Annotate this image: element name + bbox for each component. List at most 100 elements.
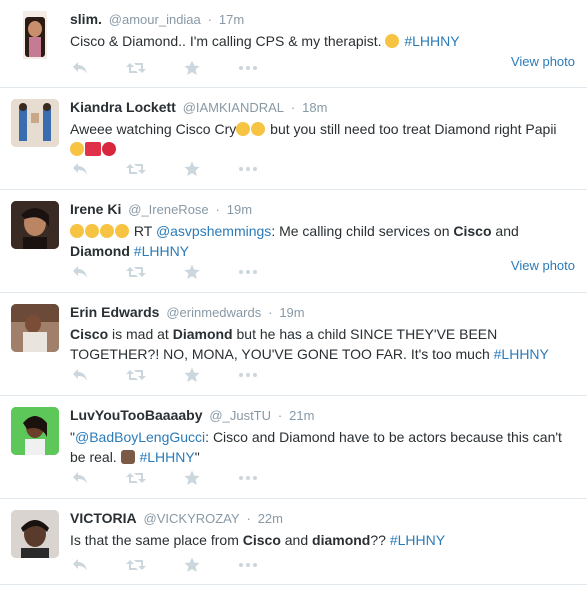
star-icon[interactable]: [182, 159, 202, 179]
hashtag-link[interactable]: #LHHNY: [404, 33, 459, 49]
view-photo-link[interactable]: View photo: [511, 258, 575, 273]
separator-dot: ·: [215, 202, 220, 217]
tweet-author-name[interactable]: slim.: [70, 11, 102, 27]
tweet-text-segment: Aweee watching Cisco Cry: [70, 121, 237, 137]
tweet-timestamp[interactable]: 22m: [258, 511, 283, 526]
hashtag-link[interactable]: #LHHNY: [134, 243, 189, 259]
separator-dot: ·: [290, 100, 296, 115]
tweet-author-handle[interactable]: @IAMKIANDRAL: [183, 100, 284, 115]
mention-link[interactable]: @asvpshemmings: [156, 223, 271, 239]
hashtag-link[interactable]: #LHHNY: [494, 346, 549, 362]
tweet-text-segment: be real.: [70, 449, 121, 465]
tweet[interactable]: LuvYouTooBaaaaby @_JustTU · 21m " @BadBoy…: [0, 396, 587, 499]
more-icon[interactable]: [238, 365, 258, 385]
tweet-text-segment: but you still need too treat Diamond rig…: [266, 121, 557, 137]
tweet-author-handle[interactable]: @amour_indiaa: [109, 12, 201, 27]
more-icon[interactable]: [238, 262, 258, 282]
tweet-text-segment: and: [280, 532, 313, 548]
reply-icon[interactable]: [70, 58, 90, 78]
tweet[interactable]: Kiandra Lockett @IAMKIANDRAL · 18m Aweee…: [0, 88, 587, 190]
tweet-actions: [70, 262, 294, 282]
weary-face-emoji-icon: [251, 122, 266, 136]
avatar-image: [11, 407, 59, 455]
weary-face-emoji-icon: [236, 122, 251, 136]
tweet-timestamp[interactable]: 19m: [279, 305, 304, 320]
tweet-author-name[interactable]: Erin Edwards: [70, 304, 159, 320]
reply-icon[interactable]: [70, 159, 90, 179]
retweet-icon[interactable]: [126, 159, 146, 179]
reply-icon[interactable]: [70, 555, 90, 575]
tweet-timestamp[interactable]: 17m: [219, 12, 244, 27]
reply-icon[interactable]: [70, 468, 90, 488]
retweet-icon[interactable]: [126, 555, 146, 575]
star-icon[interactable]: [182, 468, 202, 488]
avatar-image: [11, 510, 59, 558]
reply-icon[interactable]: [70, 262, 90, 282]
tweet-text: Cisco & Diamond.. I'm calling CPS & my t…: [70, 31, 575, 51]
tweet-author-handle[interactable]: @_JustTU: [209, 408, 271, 423]
tweet-text: " @BadBoyLengGucci: Cisco and Diamond hav…: [70, 427, 575, 467]
tweet-actions: [70, 58, 294, 78]
retweet-icon[interactable]: [126, 365, 146, 385]
more-icon[interactable]: [238, 555, 258, 575]
bold-keyword: Cisco: [453, 223, 492, 239]
weary-face-emoji-icon: [70, 224, 84, 238]
tweet[interactable]: slim. @amour_indiaa · 17m Cisco & Diamon…: [0, 0, 587, 88]
more-icon[interactable]: [238, 468, 258, 488]
tweet-text: Is that the same place from Cisco and di…: [70, 530, 575, 550]
tweet-text-segment: TOGETHER?! NO, MONA, YOU'VE GONE TOO FAR…: [70, 346, 494, 362]
tweet[interactable]: Irene Ki @_IreneRose · 19m RT @asvpshemm…: [0, 190, 587, 293]
tweet-timestamp[interactable]: 21m: [289, 408, 314, 423]
tweet-text-segment: and: [491, 223, 519, 239]
avatar[interactable]: [11, 11, 59, 59]
tweet-text-segment: : Cisco and Diamond have to be actors be…: [205, 429, 562, 445]
tweet-author-name[interactable]: LuvYouTooBaaaaby: [70, 407, 203, 423]
tweet-author-handle[interactable]: @erinmedwards: [166, 305, 261, 320]
tweet-actions: [70, 365, 294, 385]
tweet-text-segment: but he has a child SINCE THEY'VE BEEN: [232, 326, 498, 342]
tweet[interactable]: Erin Edwards @erinmedwards · 19m Cisco i…: [0, 293, 587, 396]
bold-keyword: Diamond: [172, 326, 233, 342]
tweet-author-name[interactable]: VICTORIA: [70, 510, 137, 526]
tweet-timestamp[interactable]: 18m: [302, 100, 327, 115]
tweet[interactable]: VICTORIA @VICKYROZAY · 22m Is that the s…: [0, 499, 587, 585]
tweet-author-handle[interactable]: @_IreneRose: [128, 202, 208, 217]
star-icon[interactable]: [182, 555, 202, 575]
more-icon[interactable]: [238, 159, 258, 179]
reply-icon[interactable]: [70, 365, 90, 385]
hashtag-link[interactable]: #LHHNY: [390, 532, 445, 548]
avatar[interactable]: [11, 304, 59, 352]
avatar-image: [11, 304, 59, 352]
avatar-image: [11, 99, 59, 147]
more-icon[interactable]: [238, 58, 258, 78]
crying-face-emoji-icon: [385, 34, 400, 48]
tweet-text: Cisco is mad at Diamond but he has a chi…: [70, 324, 575, 364]
star-icon[interactable]: [182, 262, 202, 282]
tweet-author-name[interactable]: Irene Ki: [70, 201, 121, 217]
avatar[interactable]: [11, 407, 59, 455]
star-icon[interactable]: [182, 365, 202, 385]
heart-emoji-icon: [102, 142, 116, 156]
tweet-actions: [70, 159, 294, 179]
tweet-text-segment: is mad at: [108, 326, 173, 342]
laughing-face-emoji-icon: [115, 224, 129, 238]
tweet-author-name[interactable]: Kiandra Lockett: [70, 99, 176, 115]
star-icon[interactable]: [182, 58, 202, 78]
bold-keyword: Diamond: [70, 243, 130, 259]
view-photo-link[interactable]: View photo: [511, 54, 575, 69]
separator-dot: ·: [268, 305, 273, 320]
tweet-author-handle[interactable]: @VICKYROZAY: [144, 511, 240, 526]
retweet-icon[interactable]: [126, 58, 146, 78]
retweet-icon[interactable]: [126, 262, 146, 282]
avatar[interactable]: [11, 99, 59, 147]
hashtag-link[interactable]: #LHHNY: [139, 449, 194, 465]
avatar-image: [23, 11, 47, 59]
kiss-face-emoji-icon: [70, 142, 84, 156]
avatar[interactable]: [11, 201, 59, 249]
mention-link[interactable]: @BadBoyLengGucci: [75, 429, 205, 445]
avatar[interactable]: [11, 510, 59, 558]
tweet-actions: [70, 468, 294, 488]
retweet-icon[interactable]: [126, 468, 146, 488]
tweet-timestamp[interactable]: 19m: [227, 202, 252, 217]
bold-keyword: Cisco: [70, 326, 109, 342]
